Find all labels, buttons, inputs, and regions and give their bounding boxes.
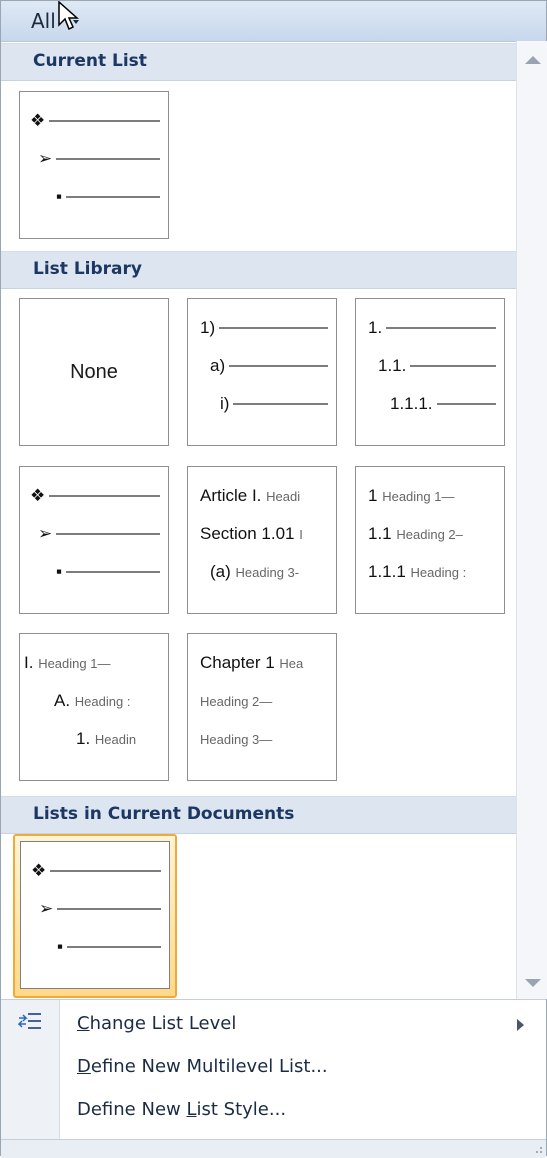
list-level-3: ▪ bbox=[56, 561, 160, 583]
list-level-2: 1.1. bbox=[378, 355, 496, 377]
none-label: None bbox=[70, 361, 118, 383]
filter-label[interactable]: All bbox=[31, 9, 56, 33]
section-title: List Library bbox=[33, 259, 142, 279]
list-level-2: Heading 2— bbox=[200, 693, 273, 709]
change-list-level-icon bbox=[18, 1013, 41, 1029]
heading-decimal-list-tile[interactable]: 1 Heading 1— 1.1 Heading 2– 1.1.1 Headin… bbox=[355, 466, 505, 614]
list-level-1: ❖ bbox=[30, 485, 160, 507]
list-level-2: ➢ bbox=[39, 898, 161, 920]
menu-icon-strip bbox=[1, 1000, 60, 1140]
list-level-2: a) bbox=[210, 355, 328, 377]
list-level-2: ➢ bbox=[38, 523, 160, 545]
scroll-down-icon[interactable] bbox=[525, 979, 541, 987]
list-level-3: 1. Headin bbox=[76, 729, 137, 748]
arrow-bullet-icon: ➢ bbox=[38, 149, 53, 168]
list-level-2: Section 1.01 I bbox=[200, 524, 303, 543]
list-level-1: Chapter 1 Hea bbox=[200, 653, 304, 672]
section-title: Lists in Current Documents bbox=[33, 804, 295, 824]
chapter-list-tile[interactable]: Chapter 1 Hea Heading 2— Heading 3— bbox=[187, 633, 337, 781]
section-lists-in-current-documents: Lists in Current Documents bbox=[1, 796, 516, 834]
arrow-bullet-icon: ➢ bbox=[38, 524, 53, 543]
diamond-bullet-icon: ❖ bbox=[31, 861, 47, 880]
list-level-2: 1.1 Heading 2– bbox=[368, 524, 463, 543]
list-level-3: ▪ bbox=[56, 186, 160, 208]
gallery-scroll-area: Current List ❖ ➢ ▪ List Library None 1) … bbox=[1, 41, 516, 999]
current-list-tile[interactable]: ❖ ➢ ▪ bbox=[19, 91, 169, 239]
square-bullet-icon: ▪ bbox=[56, 562, 63, 581]
list-level-1: ❖ bbox=[30, 110, 160, 132]
roman-heading-list-tile[interactable]: I. Heading 1— A. Heading : 1. Headin bbox=[19, 633, 169, 781]
list-none-tile[interactable]: None bbox=[19, 298, 169, 446]
gallery-filter-bar[interactable]: All bbox=[1, 1, 546, 42]
numbered-paren-list-tile[interactable]: 1) a) i) bbox=[187, 298, 337, 446]
multilevel-list-gallery: All Current List ❖ ➢ ▪ List Library None… bbox=[0, 0, 547, 1158]
diamond-bullet-icon: ❖ bbox=[30, 111, 46, 130]
article-section-list-tile[interactable]: Article I. Headi Section 1.01 I (a) Head… bbox=[187, 466, 337, 614]
list-level-3: (a) Heading 3- bbox=[210, 562, 300, 581]
square-bullet-icon: ▪ bbox=[57, 937, 64, 956]
list-level-3: 1.1.1 Heading : bbox=[368, 562, 467, 581]
vertical-scrollbar[interactable] bbox=[516, 41, 547, 999]
list-level-1: 1. bbox=[368, 317, 496, 339]
list-level-1: ❖ bbox=[31, 860, 161, 882]
list-level-3: 1.1.1. bbox=[390, 393, 496, 415]
section-list-library: List Library bbox=[1, 251, 516, 289]
define-new-list-style-item[interactable]: Define New List Style... bbox=[59, 1090, 546, 1130]
list-level-1: I. Heading 1— bbox=[24, 653, 111, 672]
list-level-1: 1 Heading 1— bbox=[368, 486, 455, 505]
list-level-3: i) bbox=[220, 393, 328, 415]
list-level-3: ▪ bbox=[57, 936, 161, 958]
scroll-up-icon[interactable] bbox=[525, 56, 541, 64]
list-level-1: Article I. Headi bbox=[200, 486, 301, 505]
mouse-cursor-icon bbox=[58, 1, 79, 31]
list-level-1: 1) bbox=[200, 317, 328, 339]
square-bullet-icon: ▪ bbox=[56, 187, 63, 206]
list-level-3: Heading 3— bbox=[200, 731, 273, 747]
change-list-level-item[interactable]: Change List Level bbox=[59, 1004, 546, 1044]
define-new-multilevel-list-item[interactable]: Define New Multilevel List... bbox=[59, 1047, 546, 1087]
list-level-2: ➢ bbox=[38, 148, 160, 170]
bullet-list-tile[interactable]: ❖ ➢ ▪ bbox=[19, 466, 169, 614]
resize-bar bbox=[1, 1139, 546, 1158]
current-document-list-tile[interactable]: ❖ ➢ ▪ bbox=[20, 841, 170, 989]
list-level-2: A. Heading : bbox=[54, 691, 131, 710]
resize-grip-icon[interactable] bbox=[533, 1146, 543, 1156]
section-title: Current List bbox=[33, 51, 147, 71]
arrow-bullet-icon: ➢ bbox=[39, 899, 54, 918]
diamond-bullet-icon: ❖ bbox=[30, 486, 46, 505]
submenu-arrow-icon bbox=[517, 1019, 524, 1031]
section-current-list: Current List bbox=[1, 43, 516, 81]
numbered-decimal-list-tile[interactable]: 1. 1.1. 1.1.1. bbox=[355, 298, 505, 446]
list-menu: Change List Level Define New Multilevel … bbox=[1, 999, 546, 1140]
